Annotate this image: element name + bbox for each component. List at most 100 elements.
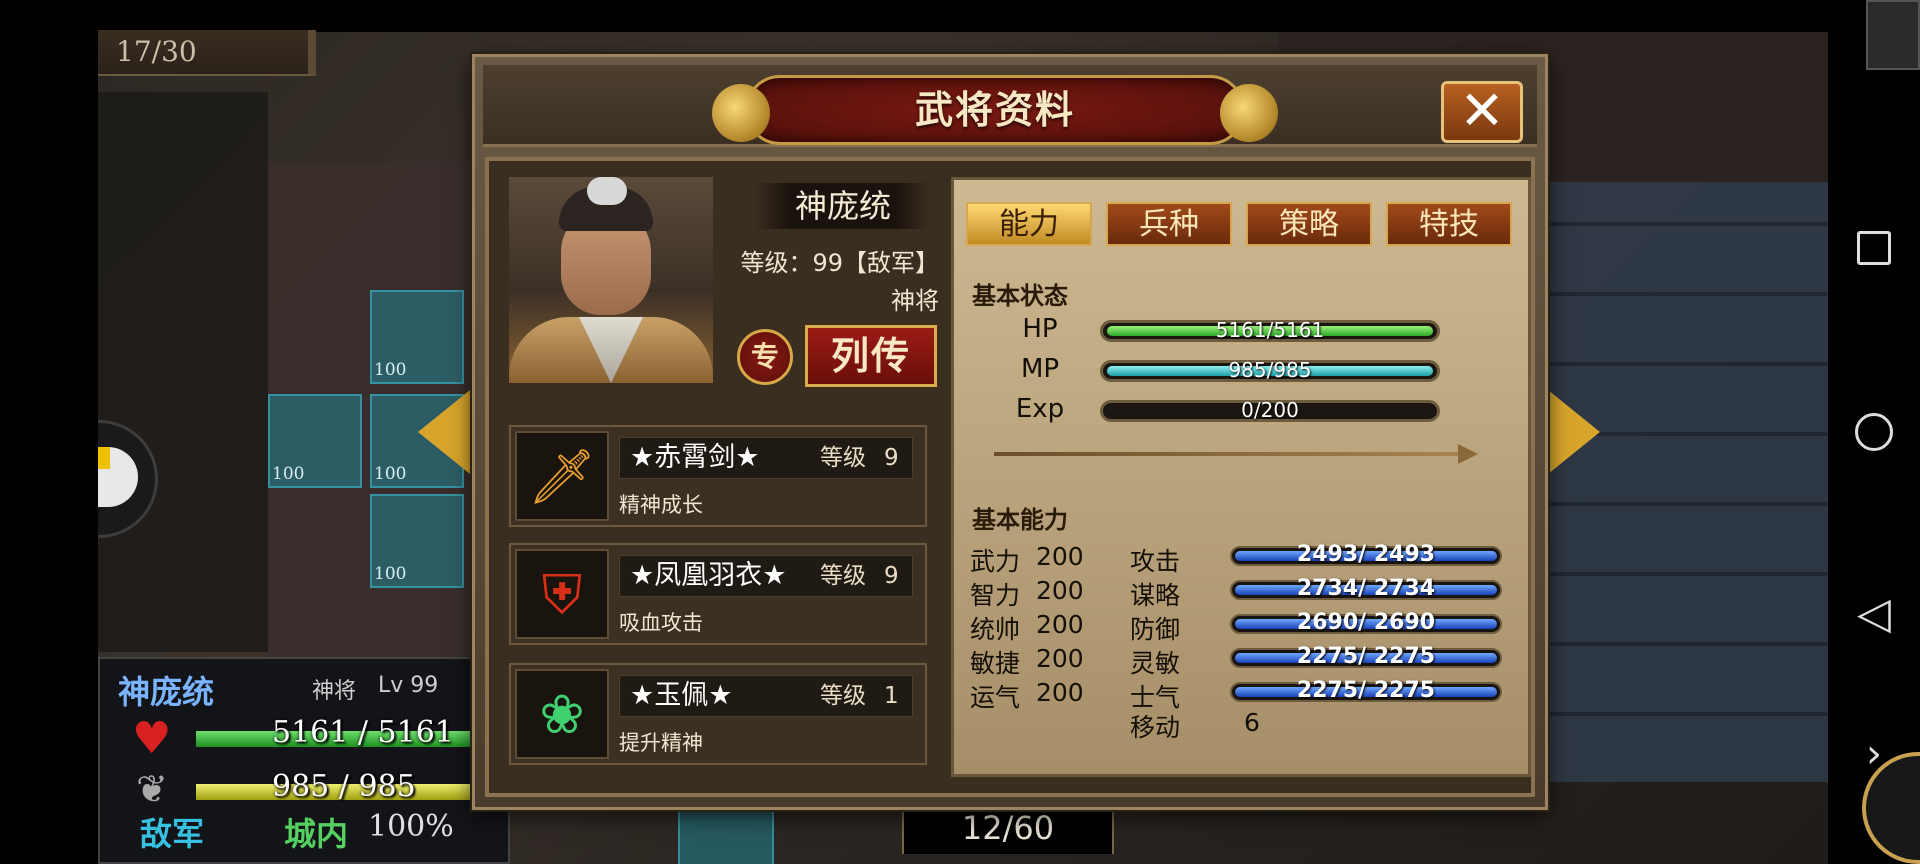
- derived-stat-value: 2734/ 2734: [1296, 576, 1436, 601]
- equipment-level: 9: [884, 563, 899, 589]
- derived-stat-value: 2690/ 2690: [1296, 610, 1436, 635]
- equipment-level: 1: [884, 683, 899, 709]
- map-wall: [1538, 182, 1828, 782]
- basic-status-title: 基本状态: [972, 282, 1068, 310]
- equipment-name-plate: ★凤凰羽衣★ 等级 9: [619, 555, 913, 597]
- recent-apps-icon[interactable]: [1844, 218, 1904, 278]
- tile-value: 100: [374, 564, 407, 584]
- derived-stat-value: 2275/ 2275: [1296, 678, 1436, 703]
- equipment-name: ★玉佩★: [630, 680, 733, 711]
- derived-stat-name: 灵敏: [1130, 649, 1181, 678]
- unit-rank: 神将: [312, 679, 357, 704]
- exp-value: 0/200: [1241, 398, 1299, 422]
- previous-general-arrow-icon[interactable]: [418, 390, 470, 474]
- unit-status-panel: 神庞统 神将 Lv 99 ♥ 5161 / 5161 ❦ 985 / 985 敌…: [98, 657, 510, 864]
- derived-stat-bar: 2493/ 2493: [1230, 542, 1502, 567]
- move-label: 移动: [1130, 713, 1181, 742]
- turn-counter: 17/30: [98, 30, 316, 76]
- feather-icon: ❦: [136, 767, 168, 811]
- tab-strategy[interactable]: 策略: [1246, 202, 1372, 246]
- tab-ability[interactable]: 能力: [966, 202, 1092, 246]
- unit-level: Lv 99: [378, 673, 439, 698]
- mp-label: MP: [1020, 354, 1060, 384]
- derived-stat-bar: 2275/ 2275: [1230, 678, 1502, 703]
- heart-icon: ♥: [132, 713, 172, 764]
- general-class: 神将: [891, 287, 939, 315]
- hp-value: 5161/5161: [1215, 318, 1325, 342]
- equipment-name-plate: ★赤霄剑★ 等级 9: [619, 437, 913, 479]
- hp-label: HP: [1022, 314, 1058, 344]
- specialty-button[interactable]: 专: [737, 329, 793, 385]
- spear-divider: [994, 444, 1478, 464]
- derived-stat-value: 2275/ 2275: [1296, 644, 1436, 669]
- attribute-value: 200: [1036, 644, 1084, 673]
- derived-stat-value: 2493/ 2493: [1296, 542, 1436, 567]
- general-level: 等级：99【敌军】: [740, 249, 939, 277]
- unit-name: 神庞统: [118, 673, 215, 711]
- armor-icon: ⛨: [515, 549, 609, 639]
- next-general-arrow-icon[interactable]: [1548, 390, 1600, 474]
- mp-value: 985/985: [1228, 358, 1312, 382]
- dialog-header: 武将资料 ✕: [483, 65, 1537, 147]
- derived-stat-bar: 2734/ 2734: [1230, 576, 1502, 601]
- sword-icon: 🗡: [515, 431, 609, 521]
- move-range-tile[interactable]: 100: [678, 808, 774, 864]
- mp-bar: 985/985: [1100, 358, 1440, 382]
- move-range-tile[interactable]: 100: [268, 394, 362, 488]
- unit-hp-value: 5161 / 5161: [272, 715, 454, 750]
- equipment-slot-accessory[interactable]: ❀ ★玉佩★ 等级 1 提升精神: [509, 663, 927, 765]
- unit-location: 城内: [284, 815, 349, 853]
- exp-bar: 0/200: [1100, 398, 1440, 422]
- equipment-name: ★赤霄剑★: [630, 442, 760, 473]
- stats-panel: 能力 兵种 策略 特技 基本状态 HP 5161/5161 MP 985/985…: [951, 177, 1531, 777]
- jade-pendant-icon: ❀: [515, 669, 609, 759]
- move-range-tile[interactable]: 100: [370, 494, 464, 588]
- close-button[interactable]: ✕: [1441, 81, 1523, 143]
- tile-value: 100: [374, 360, 407, 380]
- unit-faction: 敌军: [140, 815, 205, 853]
- dialog-body: 神庞统 等级：99【敌军】 神将 专 列传 🗡 ★赤霄剑★ 等级 9 精神成长 …: [485, 157, 1535, 797]
- derived-stat-name: 攻击: [1130, 547, 1181, 576]
- menu-icon[interactable]: [1866, 0, 1920, 70]
- tile-value: 100: [374, 464, 407, 484]
- title-plate: 武将资料: [712, 75, 1278, 145]
- equipment-level-label: 等级: [820, 445, 866, 471]
- move-value: 6: [1244, 708, 1260, 737]
- tab-troop-type[interactable]: 兵种: [1106, 202, 1232, 246]
- derived-stat-bar: 2275/ 2275: [1230, 644, 1502, 669]
- hp-bar: 5161/5161: [1100, 318, 1440, 342]
- equipment-name: ★凤凰羽衣★: [630, 560, 787, 591]
- attribute-name: 武力: [970, 547, 1021, 576]
- basic-ability-title: 基本能力: [972, 506, 1068, 534]
- equipment-name-plate: ★玉佩★ 等级 1: [619, 675, 913, 717]
- biography-button[interactable]: 列传: [805, 325, 937, 387]
- map-wall: [98, 92, 268, 652]
- unit-location-percent: 100%: [368, 809, 454, 844]
- equipment-level-label: 等级: [820, 563, 866, 589]
- attribute-value: 200: [1036, 678, 1084, 707]
- derived-stat-name: 防御: [1130, 615, 1181, 644]
- equipment-level-label: 等级: [820, 683, 866, 709]
- general-name: 神庞统: [755, 183, 931, 229]
- equipment-slot-armor[interactable]: ⛨ ★凤凰羽衣★ 等级 9 吸血攻击: [509, 543, 927, 645]
- derived-stat-bar: 2690/ 2690: [1230, 610, 1502, 635]
- equipment-effect: 吸血攻击: [619, 611, 703, 635]
- tab-special-skill[interactable]: 特技: [1386, 202, 1512, 246]
- equipment-level: 9: [884, 445, 899, 471]
- equipment-effect: 精神成长: [619, 493, 703, 517]
- attribute-value: 200: [1036, 610, 1084, 639]
- attribute-name: 敏捷: [970, 649, 1021, 678]
- attribute-name: 运气: [970, 683, 1021, 712]
- home-icon[interactable]: [1844, 402, 1904, 462]
- general-info-dialog: 武将资料 ✕ 神庞统 等级：99【敌军】 神将 专 列传 🗡 ★赤霄剑★ 等级 …: [472, 54, 1548, 810]
- attribute-name: 智力: [970, 581, 1021, 610]
- general-portrait: [509, 177, 713, 383]
- equipment-slot-weapon[interactable]: 🗡 ★赤霄剑★ 等级 9 精神成长: [509, 425, 927, 527]
- attribute-value: 200: [1036, 576, 1084, 605]
- tile-value: 100: [272, 464, 305, 484]
- move-range-tile[interactable]: 100: [370, 290, 464, 384]
- back-icon[interactable]: ◁: [1844, 584, 1904, 644]
- attribute-name: 统帅: [970, 615, 1021, 644]
- attribute-value: 200: [1036, 542, 1084, 571]
- system-nav-bar: ◁ ›: [1828, 0, 1920, 864]
